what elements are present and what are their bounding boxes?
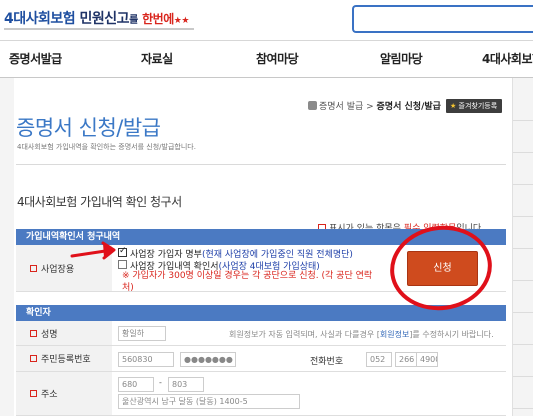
nav-item-library[interactable]: 자료실 (141, 41, 173, 78)
quick-menu-divider (513, 216, 533, 217)
logo-underline (4, 28, 194, 30)
phone-label: 전화번호 (310, 357, 344, 367)
nav-item-certificate[interactable]: 증명서발급 (9, 41, 62, 78)
section-header-claim: 가입내역확인서 청구내역 (16, 229, 506, 245)
quick-menu-divider (513, 344, 533, 345)
name-field[interactable]: 황일하 (118, 326, 166, 341)
name-label-text: 성명 (41, 329, 58, 340)
add-favorite-button[interactable]: ★ 즐겨찾기등록 (446, 99, 502, 113)
breadcrumb-current: 증명서 신청/발급 (376, 102, 441, 112)
apply-button[interactable]: 신청 (407, 251, 478, 286)
left-gutter (0, 78, 14, 416)
zip2-field[interactable]: 803 (168, 377, 204, 392)
breadcrumb-separator: > (363, 102, 377, 112)
logo-text-part2: 민원신고 (79, 11, 130, 27)
warning-line1: ※ 가입자가 300명 이상일 경우는 각 공단으로 신청. (각 공단 연락 (122, 271, 373, 281)
rrn-label: 주민등록번호 (16, 346, 112, 371)
phone-part2-field[interactable]: 266 (395, 352, 417, 367)
logo-text-part3: 를 (129, 15, 138, 26)
quick-menu-divider (513, 120, 533, 121)
main-nav: 증명서발급 자료실 참여마당 알림마당 4대사회보험 (0, 40, 533, 78)
quick-menu-divider (513, 280, 533, 281)
zip-separator: - (159, 378, 162, 387)
title-divider (16, 164, 506, 165)
right-quick-menu (512, 78, 533, 416)
option-employee-list-checkbox[interactable] (118, 246, 127, 257)
required-marker-icon (30, 264, 37, 272)
rrn-back-field[interactable]: ●●●●●●● (180, 352, 236, 367)
help-pre: 회원정보가 자동 입력되며, 사실과 다를경우 [ (229, 330, 380, 339)
quick-menu-divider (513, 248, 533, 249)
quick-menu-divider (513, 152, 533, 153)
quick-menu-divider (513, 376, 533, 377)
logo-text-part4: 한번에 (142, 12, 174, 26)
workplace-label-text: 사업장용 (41, 264, 75, 275)
zip1-field[interactable]: 680 (118, 377, 154, 392)
rrn-front-field[interactable]: 560830 (118, 352, 174, 367)
nav-item-participation[interactable]: 참여마당 (256, 41, 299, 78)
capacity-warning: ※ 가입자가 300명 이상일 경우는 각 공단으로 신청. (각 공단 연락 … (122, 270, 372, 294)
quick-menu-divider (513, 408, 533, 409)
top-header: 4대사회보험 민원신고를 한번에★★ (0, 0, 533, 40)
search-input[interactable] (352, 5, 533, 33)
page-description: 4대사회보험 가입내역을 확인하는 증명서를 신청/발급합니다. (17, 143, 196, 151)
member-info-link[interactable]: 회원정보 (380, 330, 409, 339)
address-label-text: 주소 (41, 390, 58, 400)
quick-menu-divider (513, 184, 533, 185)
breadcrumb: 증명서 발급 > 증명서 신청/발급 (308, 99, 441, 112)
name-help-text: 회원정보가 자동 입력되며, 사실과 다를경우 [회원정보]를 수정하시기 바랍… (229, 329, 494, 340)
home-icon[interactable] (308, 101, 317, 110)
nav-item-notice[interactable]: 알림마당 (380, 41, 423, 78)
name-label: 성명 (16, 321, 112, 345)
page-title: 증명서 신청/발급 (16, 116, 161, 140)
logo-text-part1: 4대사회보험 (4, 11, 76, 27)
address-field[interactable]: 울산광역시 남구 달동 (달동) 1400-5 (118, 394, 300, 409)
phone-part3-field[interactable]: 4900 (416, 352, 438, 367)
help-post: ]를 수정하시기 바랍니다. (409, 330, 494, 339)
workplace-label: 사업장용 (16, 245, 112, 291)
site-logo[interactable]: 4대사회보험 민원신고를 한번에★★ (4, 8, 189, 28)
phone-part1-field[interactable]: 052 (366, 352, 392, 367)
quick-menu-divider (513, 312, 533, 313)
required-marker-icon (30, 329, 37, 337)
form-title: 4대사회보험 가입내역 확인 청구서 (17, 195, 182, 209)
breadcrumb-home[interactable]: 증명서 발급 (319, 102, 363, 112)
star-icon: ★ (450, 102, 457, 110)
add-favorite-label: 즐겨찾기등록 (458, 102, 498, 110)
nav-item-4insurance[interactable]: 4대사회보험 (482, 41, 533, 78)
warning-line2: 처) (122, 283, 134, 293)
required-marker-icon (30, 390, 37, 397)
rrn-label-text: 주민등록번호 (41, 355, 91, 365)
address-label: 주소 (16, 372, 112, 415)
option-enrollment-checkbox[interactable] (118, 260, 127, 269)
logo-star-icon: ★★ (173, 16, 190, 26)
section-header-verifier: 확인자 (16, 305, 506, 321)
required-marker-icon (30, 355, 37, 362)
